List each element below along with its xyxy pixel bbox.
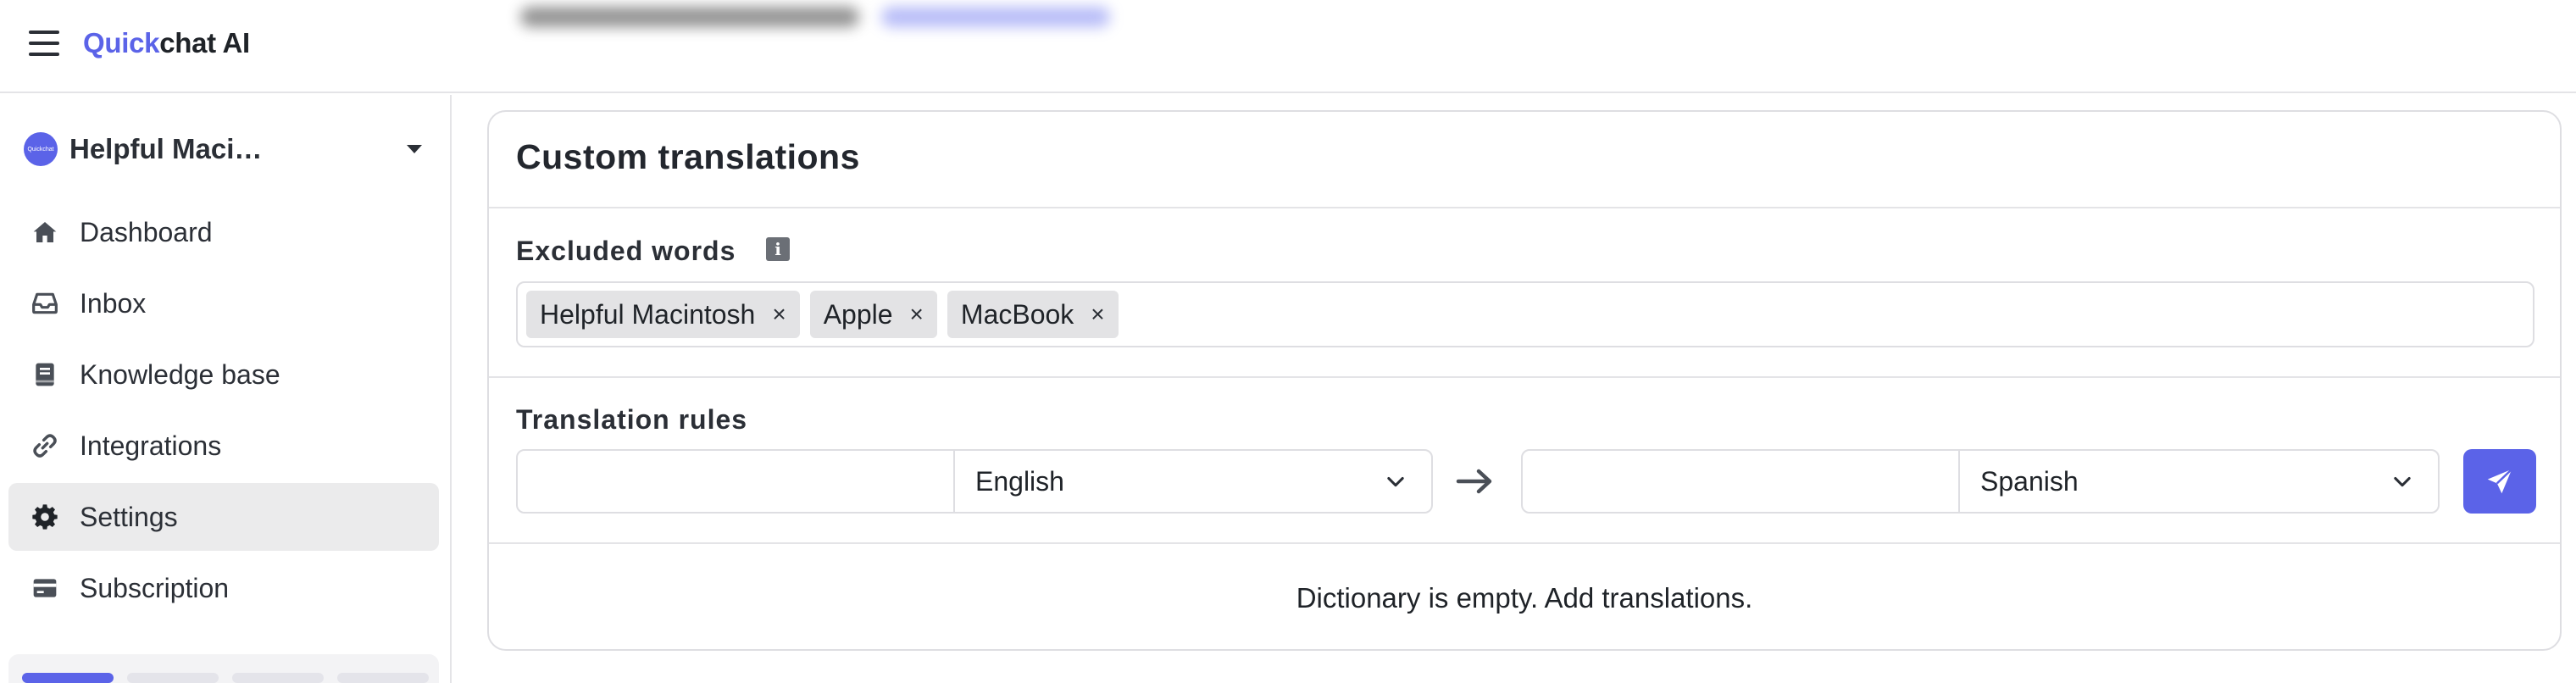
sidebar-item-inbox[interactable]: Inbox — [8, 269, 439, 337]
source-language-value: English — [975, 465, 1064, 497]
sidebar-item-dashboard[interactable]: Dashboard — [8, 198, 439, 266]
chevron-down-icon — [2394, 476, 2411, 487]
sidebar: Quickchat Helpful Maci… Dashboard Inbox … — [0, 95, 452, 683]
tag-label: MacBook — [960, 298, 1074, 330]
sidebar-footer-tabs[interactable] — [8, 654, 439, 683]
excluded-words-label: Excluded words — [516, 236, 736, 266]
source-phrase-input[interactable] — [516, 449, 955, 514]
bot-selector[interactable]: Quickchat Helpful Maci… — [24, 124, 430, 175]
footer-tab-indicator-active[interactable] — [22, 673, 114, 683]
top-bar: Quickchat AI — [0, 0, 2576, 93]
sidebar-item-label: Settings — [80, 501, 178, 532]
bot-name: Helpful Maci… — [69, 133, 263, 164]
brand-logo[interactable]: Quickchat AI — [83, 27, 250, 59]
footer-tab-indicator[interactable] — [337, 673, 429, 683]
sidebar-item-knowledge-base[interactable]: Knowledge base — [8, 341, 439, 408]
bot-avatar: Quickchat — [24, 132, 58, 166]
link-icon — [31, 431, 59, 460]
hamburger-menu-icon[interactable] — [27, 29, 61, 58]
excluded-word-tag: MacBook × — [947, 291, 1119, 338]
credit-card-icon — [31, 574, 59, 602]
divider — [489, 376, 2560, 378]
sidebar-item-integrations[interactable]: Integrations — [8, 412, 439, 480]
sidebar-item-label: Subscription — [80, 572, 230, 603]
home-icon — [31, 218, 59, 247]
target-language-value: Spanish — [1980, 465, 2079, 497]
excluded-word-tag: Apple × — [809, 291, 937, 338]
sidebar-item-settings[interactable]: Settings — [8, 483, 439, 551]
chevron-down-icon — [1387, 476, 1404, 487]
remove-tag-icon[interactable]: × — [910, 301, 924, 328]
add-translation-button[interactable] — [2463, 449, 2536, 514]
arrow-right-icon — [1456, 469, 1492, 494]
divider — [489, 207, 2560, 208]
footer-tab-indicator[interactable] — [127, 673, 219, 683]
target-language-select[interactable]: Spanish — [1958, 449, 2440, 514]
info-icon[interactable]: i — [766, 237, 790, 261]
empty-dictionary-message: Dictionary is empty. Add translations. — [1296, 582, 1753, 614]
excluded-words-input[interactable]: Helpful Macintosh × Apple × MacBook × — [516, 281, 2534, 347]
blurred-header-content — [508, 0, 1119, 41]
sidebar-item-label: Inbox — [80, 287, 147, 319]
brand-accent: Quick — [83, 27, 160, 58]
custom-translations-panel: Custom translations Excluded words i Hel… — [487, 110, 2562, 651]
book-icon — [31, 360, 59, 389]
sidebar-item-label: Integrations — [80, 430, 222, 461]
caret-down-icon — [407, 145, 422, 153]
source-language-select[interactable]: English — [953, 449, 1433, 514]
footer-tab-indicator[interactable] — [232, 673, 324, 683]
panel-title: Custom translations — [516, 137, 860, 176]
brand-rest: chat AI — [159, 27, 250, 58]
tag-label: Helpful Macintosh — [540, 298, 756, 330]
sidebar-item-subscription[interactable]: Subscription — [8, 554, 439, 622]
sidebar-item-label: Knowledge base — [80, 358, 280, 390]
sidebar-item-label: Dashboard — [80, 216, 213, 247]
target-phrase-input[interactable] — [1521, 449, 1960, 514]
inbox-icon — [31, 289, 59, 318]
remove-tag-icon[interactable]: × — [772, 301, 786, 328]
tag-label: Apple — [823, 298, 893, 330]
divider — [489, 542, 2560, 544]
gear-icon — [31, 503, 59, 531]
excluded-word-tag: Helpful Macintosh × — [526, 291, 800, 338]
send-icon — [2487, 468, 2513, 494]
translation-rules-label: Translation rules — [516, 404, 748, 435]
remove-tag-icon[interactable]: × — [1091, 301, 1104, 328]
